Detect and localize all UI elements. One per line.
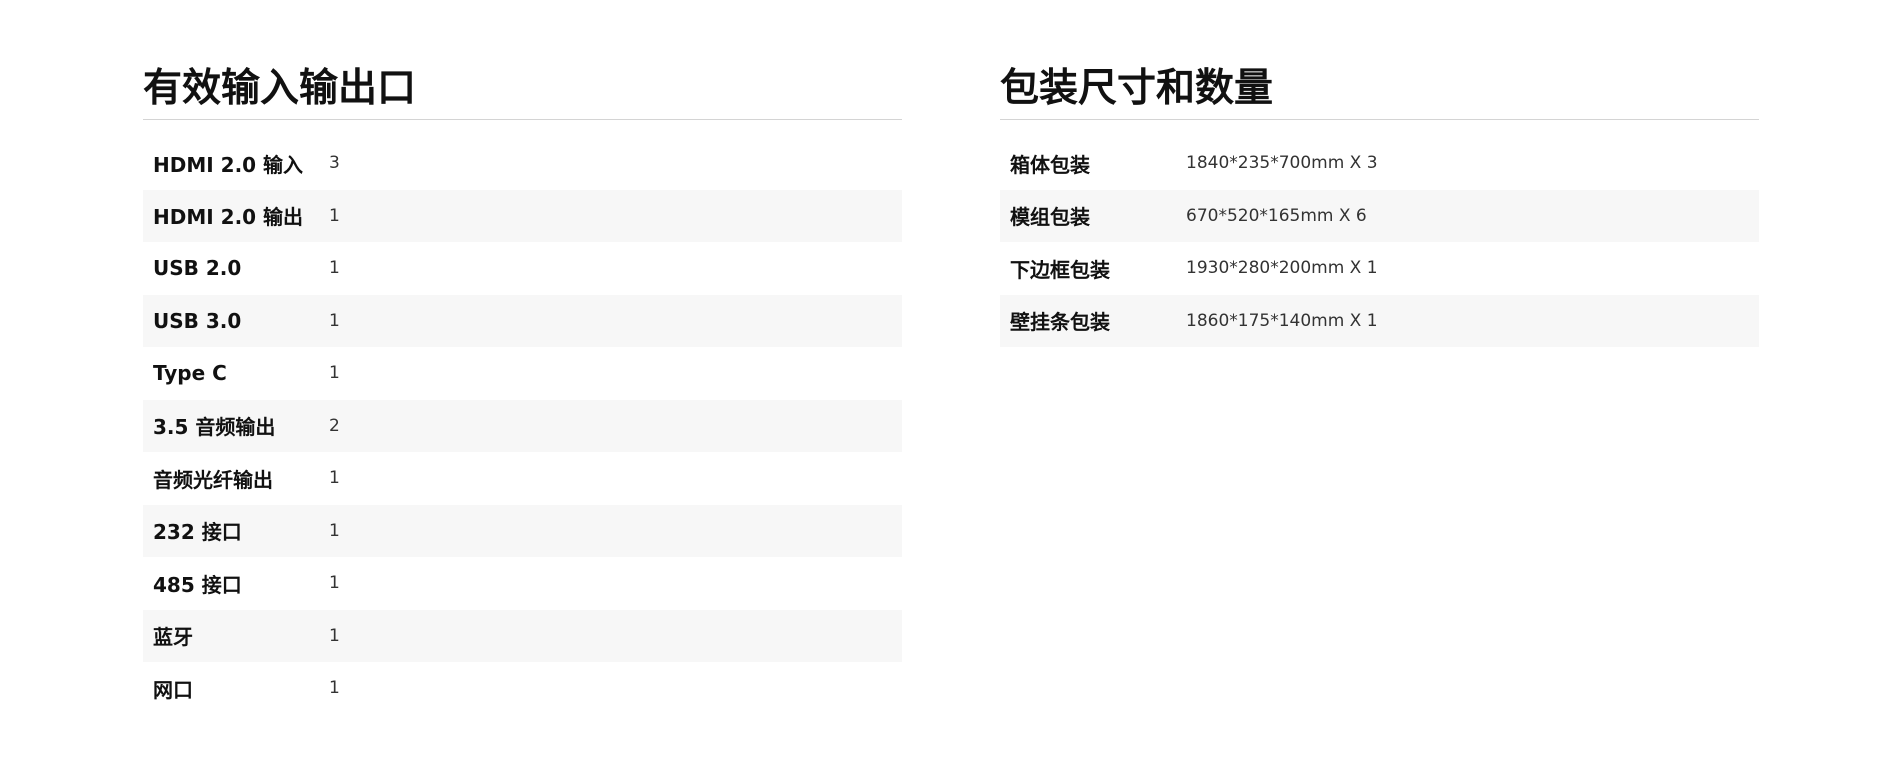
spec-row: 箱体包装 1840*235*700mm X 3: [1000, 137, 1759, 190]
spec-row: 232 接口 1: [143, 504, 902, 557]
spec-label: HDMI 2.0 输出: [153, 205, 304, 230]
spec-row: USB 3.0 1: [143, 294, 902, 347]
spec-label: 箱体包装: [1010, 152, 1090, 177]
spec-value: 1: [329, 258, 340, 279]
spec-value: 1930*280*200mm X 1: [1186, 258, 1378, 279]
spec-label: 蓝牙: [153, 625, 193, 650]
spec-value: 1840*235*700mm X 3: [1186, 153, 1378, 174]
spec-label: 壁挂条包装: [1010, 310, 1110, 335]
spec-value: 3: [329, 153, 340, 174]
spec-value: 670*520*165mm X 6: [1186, 205, 1367, 226]
spec-label: 3.5 音频输出: [153, 415, 276, 440]
spec-row: 网口 1: [143, 662, 902, 715]
spec-label: USB 2.0: [153, 256, 242, 281]
spec-label: 232 接口: [153, 520, 242, 545]
spec-row: 下边框包装 1930*280*200mm X 1: [1000, 242, 1759, 295]
spec-value: 1: [329, 625, 340, 646]
spec-row: HDMI 2.0 输入 3: [143, 137, 902, 190]
spec-label: HDMI 2.0 输入: [153, 152, 304, 177]
spec-value: 1: [329, 520, 340, 541]
packaging-section-title: 包装尺寸和数量: [1000, 66, 1274, 111]
packaging-section-divider: [1000, 119, 1759, 120]
spec-row: HDMI 2.0 输出 1: [143, 189, 902, 242]
spec-value: 1: [329, 363, 340, 384]
spec-row: USB 2.0 1: [143, 242, 902, 295]
spec-value: 2: [329, 415, 340, 436]
spec-row: 音频光纤输出 1: [143, 452, 902, 505]
spec-row: 3.5 音频输出 2: [143, 399, 902, 452]
spec-value: 1: [329, 205, 340, 226]
packaging-spec-table: 箱体包装 1840*235*700mm X 3 模组包装 670*520*165…: [1000, 137, 1759, 347]
spec-label: 485 接口: [153, 572, 242, 597]
io-spec-table: HDMI 2.0 输入 3 HDMI 2.0 输出 1 USB 2.0 1 US…: [143, 137, 902, 715]
spec-label: 下边框包装: [1010, 257, 1110, 282]
spec-value: 1: [329, 573, 340, 594]
io-section-title: 有效输入输出口: [143, 66, 417, 111]
spec-row: Type C 1: [143, 347, 902, 400]
spec-row: 蓝牙 1: [143, 609, 902, 662]
spec-value: 1: [329, 468, 340, 489]
packaging-section: 包装尺寸和数量 箱体包装 1840*235*700mm X 3 模组包装 670…: [1000, 63, 1759, 347]
spec-row: 485 接口 1: [143, 557, 902, 610]
spec-value: 1: [329, 678, 340, 699]
spec-label: USB 3.0: [153, 308, 242, 333]
spec-value: 1: [329, 310, 340, 331]
spec-label: 音频光纤输出: [153, 467, 273, 492]
io-section-divider: [143, 119, 902, 120]
spec-label: 模组包装: [1010, 205, 1090, 230]
io-section: 有效输入输出口 HDMI 2.0 输入 3 HDMI 2.0 输出 1 USB …: [143, 63, 902, 715]
spec-label: 网口: [153, 677, 193, 702]
spec-value: 1860*175*140mm X 1: [1186, 310, 1378, 331]
spec-row: 壁挂条包装 1860*175*140mm X 1: [1000, 294, 1759, 347]
spec-row: 模组包装 670*520*165mm X 6: [1000, 189, 1759, 242]
spec-label: Type C: [153, 361, 227, 386]
